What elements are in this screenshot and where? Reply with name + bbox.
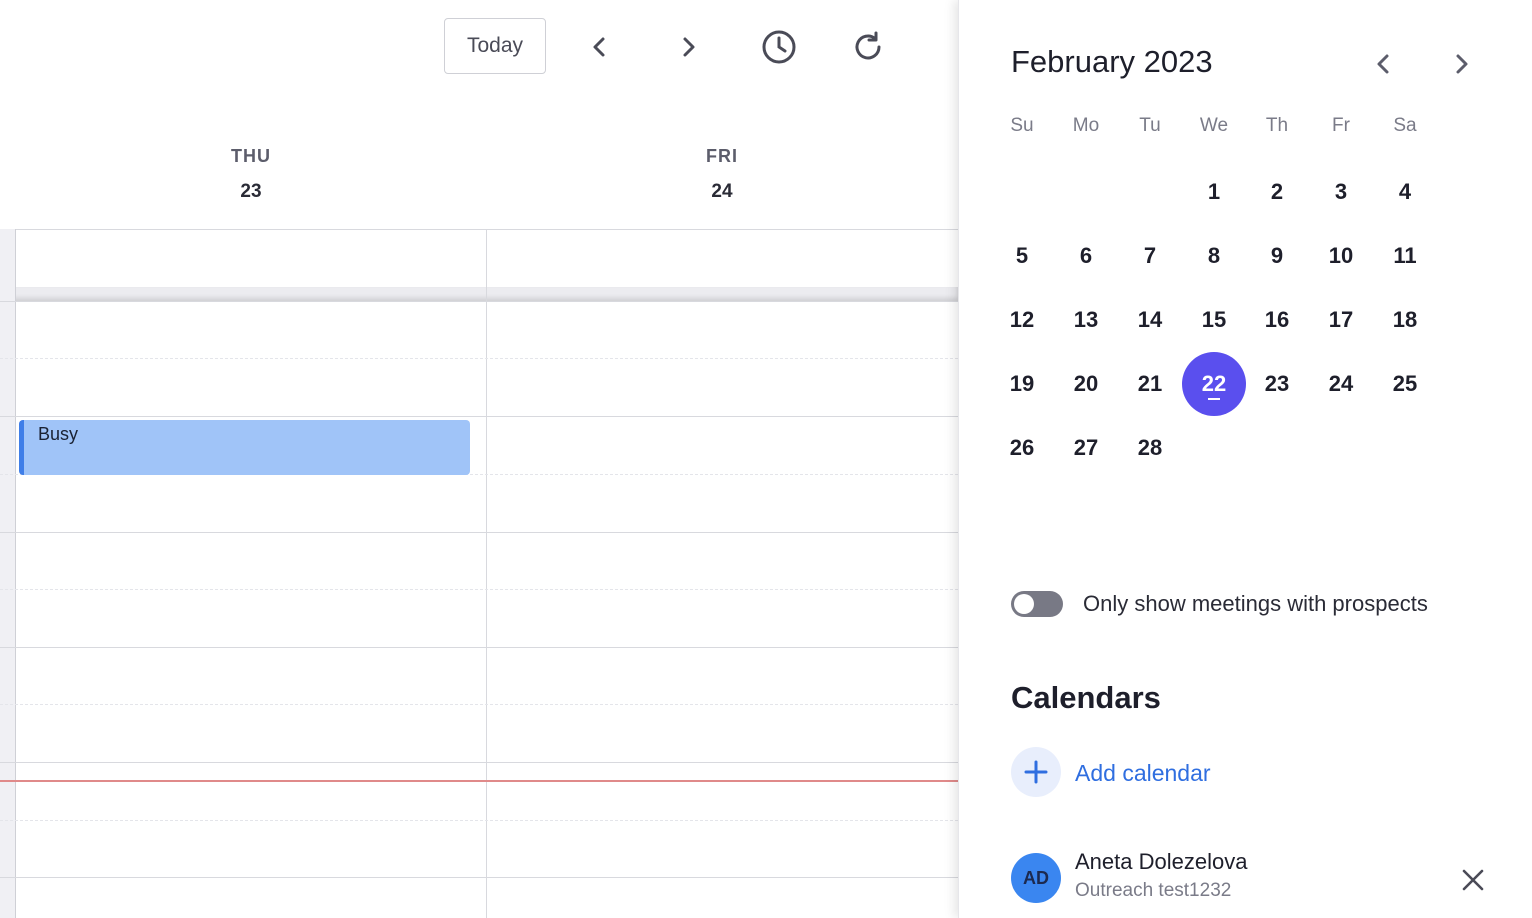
hour-line (0, 762, 958, 763)
day-name: FRI (706, 146, 738, 166)
day-cell[interactable]: 25 (1373, 352, 1437, 416)
day-cell[interactable]: 1 (1182, 160, 1246, 224)
avatar: AD (1011, 853, 1061, 903)
refresh-icon[interactable] (848, 27, 888, 67)
prospects-toggle-label: Only show meetings with prospects (1083, 591, 1428, 616)
day-cell[interactable]: 14 (1118, 288, 1182, 352)
month-title: February 2023 (1011, 44, 1213, 79)
day-cell[interactable]: 5 (990, 224, 1054, 288)
day-cell[interactable]: 20 (1054, 352, 1118, 416)
day-cell[interactable]: 27 (1054, 416, 1118, 480)
calendars-heading: Calendars (1011, 680, 1161, 715)
day-cell[interactable]: 24 (1309, 352, 1373, 416)
day-cell[interactable]: 6 (1054, 224, 1118, 288)
day-cell[interactable]: 16 (1245, 288, 1309, 352)
day-number: 24 (711, 181, 733, 202)
day-cell[interactable]: 17 (1309, 288, 1373, 352)
next-month-button[interactable] (1443, 46, 1479, 82)
day-cell[interactable]: 15 (1182, 288, 1246, 352)
calendar-owner-name: Aneta Dolezelova (1075, 849, 1248, 874)
remove-calendar-button[interactable] (1457, 864, 1489, 896)
day-cell[interactable]: 7 (1118, 224, 1182, 288)
toggle-knob (1014, 594, 1034, 614)
add-calendar-button[interactable] (1011, 747, 1061, 797)
weekday-label: Tu (1139, 115, 1161, 136)
clock-icon[interactable] (759, 27, 799, 67)
add-calendar-link[interactable]: Add calendar (1075, 760, 1211, 787)
day-cell[interactable]: 4 (1373, 160, 1437, 224)
weekday-label: Th (1265, 115, 1289, 136)
day-name: THU (231, 146, 271, 166)
calendar-toolbar: Today (0, 0, 958, 100)
week-view: Today THU 23 FRI 24 Busy (0, 0, 958, 918)
chevron-right-icon[interactable] (668, 27, 708, 67)
day-header-thu[interactable]: THU 23 (151, 146, 351, 203)
close-icon (1462, 869, 1484, 891)
half-hour-line (0, 589, 958, 591)
hour-line (0, 877, 958, 878)
chevron-right-icon (1456, 54, 1468, 74)
prev-month-button[interactable] (1366, 46, 1402, 82)
day-cell[interactable]: 26 (990, 416, 1054, 480)
day-cell[interactable]: 23 (1245, 352, 1309, 416)
day-cell-selected[interactable]: 22 (1182, 352, 1246, 416)
day-cell[interactable]: 8 (1182, 224, 1246, 288)
day-cell[interactable]: 13 (1054, 288, 1118, 352)
hour-line (0, 416, 958, 417)
weekday-label: Su (1010, 115, 1034, 136)
half-hour-line (0, 704, 958, 706)
day-cell[interactable]: 2 (1245, 160, 1309, 224)
half-hour-line (0, 820, 958, 822)
day-cell[interactable]: 9 (1245, 224, 1309, 288)
day-cell[interactable]: 3 (1309, 160, 1373, 224)
day-cell[interactable]: 21 (1118, 352, 1182, 416)
day-number: 23 (240, 181, 262, 202)
chevron-left-icon[interactable] (580, 27, 620, 67)
day-cell[interactable]: 12 (990, 288, 1054, 352)
half-hour-line (0, 358, 958, 360)
event-busy[interactable]: Busy (19, 420, 470, 475)
time-gutter (0, 229, 16, 918)
hour-line (0, 647, 958, 648)
event-title: Busy (38, 424, 79, 444)
hour-line (0, 301, 958, 302)
plus-icon (1024, 760, 1048, 784)
day-cell[interactable]: 19 (990, 352, 1054, 416)
day-cell[interactable]: 11 (1373, 224, 1437, 288)
day-cell[interactable]: 28 (1118, 416, 1182, 480)
column-divider (486, 229, 487, 918)
all-day-row[interactable] (0, 229, 958, 288)
current-time-indicator (0, 780, 958, 782)
day-cell[interactable]: 18 (1373, 288, 1437, 352)
all-day-divider (0, 287, 958, 301)
side-panel: February 2023 Su Mo Tu We Th Fr Sa 1 2 3 4 5 6 7 8 9 10… (958, 0, 1532, 918)
today-button[interactable]: Today (444, 18, 546, 74)
calendar-owner-subtitle: Outreach test1232 (1075, 880, 1232, 901)
weekday-label: We (1199, 115, 1229, 136)
weekday-label: Fr (1332, 115, 1350, 136)
day-cell[interactable]: 10 (1309, 224, 1373, 288)
day-header-fri[interactable]: FRI 24 (622, 146, 822, 203)
weekday-label: Mo (1072, 115, 1100, 136)
prospects-toggle[interactable] (1011, 591, 1063, 617)
chevron-left-icon (1377, 54, 1389, 74)
weekday-label: Sa (1393, 115, 1417, 136)
hour-line (0, 532, 958, 533)
